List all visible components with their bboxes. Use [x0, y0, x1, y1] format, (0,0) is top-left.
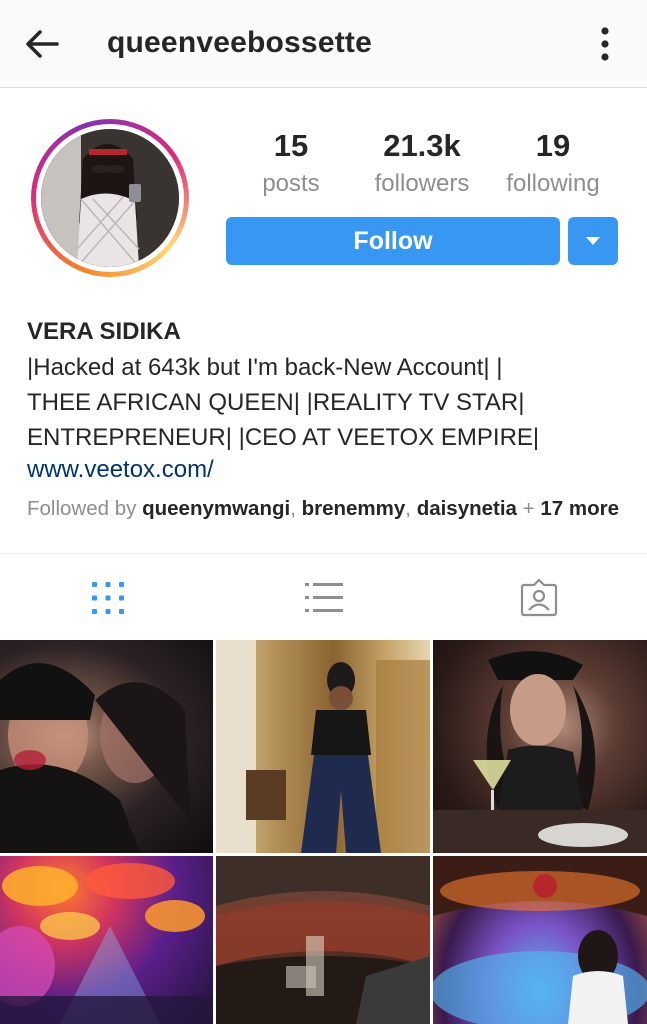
profile-full-name: VERA SIDIKA	[27, 318, 181, 345]
posts-count: 15	[273, 128, 309, 163]
post-thumbnail[interactable]	[433, 640, 647, 853]
following-label: following	[506, 170, 600, 197]
following-count: 19	[535, 128, 571, 163]
caret-down-icon	[586, 237, 600, 245]
followed-by-text[interactable]: Followed by queenymwangi, brenemmy, dais…	[27, 497, 619, 521]
top-bar: queenveebossette	[0, 0, 647, 88]
posts-grid	[0, 640, 647, 1024]
list-icon	[305, 582, 343, 612]
following-stat[interactable]: 19 following	[488, 128, 618, 199]
profile-bio: |Hacked at 643k but I'm back-New Account…	[27, 350, 627, 455]
follower-link[interactable]: queenymwangi	[142, 497, 290, 520]
tagged-icon	[520, 578, 558, 616]
bio-line: |Hacked at 643k but I'm back-New Account…	[27, 354, 503, 381]
arrow-left-icon	[26, 30, 59, 58]
followers-count: 21.3k	[383, 128, 461, 163]
bio-line: THEE AFRICAN QUEEN| |REALITY TV STAR|	[27, 389, 525, 416]
vertical-ellipsis-icon	[601, 27, 609, 61]
followed-by-more[interactable]: 17 more	[540, 497, 619, 520]
avatar	[41, 129, 179, 267]
follow-button[interactable]: Follow	[226, 217, 560, 265]
followed-by-prefix: Followed by	[27, 497, 143, 520]
post-thumbnail[interactable]	[216, 856, 430, 1024]
tab-list[interactable]	[216, 554, 432, 641]
post-thumbnail[interactable]	[216, 640, 430, 853]
website-link[interactable]: www.veetox.com/	[27, 456, 214, 484]
back-button[interactable]	[18, 22, 66, 66]
posts-label: posts	[262, 170, 320, 197]
avatar-story-ring[interactable]	[31, 119, 189, 277]
follower-link[interactable]: brenemmy	[302, 497, 406, 520]
profile-view-tabs	[0, 553, 647, 640]
post-thumbnail[interactable]	[433, 856, 647, 1024]
suggested-accounts-button[interactable]	[568, 217, 618, 265]
posts-stat[interactable]: 15 posts	[226, 128, 356, 199]
grid-icon	[92, 581, 124, 614]
options-button[interactable]	[588, 22, 622, 66]
bio-line: ENTREPRENEUR| |CEO AT VEETOX EMPIRE|	[27, 424, 540, 451]
post-thumbnail[interactable]	[0, 640, 213, 853]
profile-username: queenveebossette	[107, 26, 372, 59]
followers-label: followers	[374, 170, 470, 197]
tab-tagged[interactable]	[431, 554, 647, 641]
followers-stat[interactable]: 21.3k followers	[357, 128, 487, 199]
follower-link[interactable]: daisynetia	[417, 497, 517, 520]
post-thumbnail[interactable]	[0, 856, 213, 1024]
tab-grid[interactable]	[0, 554, 216, 641]
